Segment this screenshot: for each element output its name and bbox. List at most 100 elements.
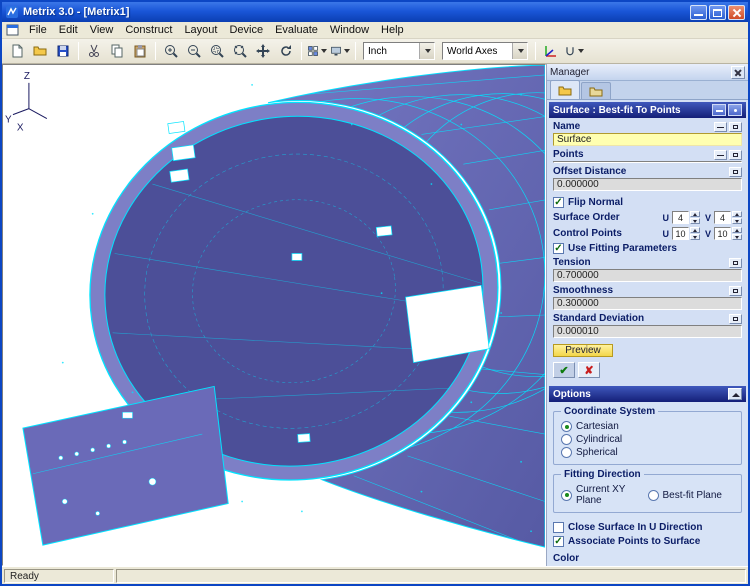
- stepper-down-icon[interactable]: [732, 234, 742, 240]
- cut-button[interactable]: [83, 41, 105, 62]
- chevron-down-icon[interactable]: [419, 43, 434, 59]
- stepper-down-icon[interactable]: [689, 218, 700, 224]
- status-text: Ready: [4, 569, 114, 583]
- menu-view[interactable]: View: [84, 23, 120, 37]
- cp-u-stepper[interactable]: 10: [671, 227, 700, 240]
- preview-button[interactable]: Preview: [553, 344, 613, 357]
- menu-window[interactable]: Window: [324, 23, 375, 37]
- zoom-extents-button[interactable]: [229, 41, 251, 62]
- collapse-icon[interactable]: [728, 388, 742, 400]
- axis-x-label: X: [17, 122, 24, 133]
- cp-v-stepper[interactable]: 10: [714, 227, 742, 240]
- menu-construct[interactable]: Construct: [119, 23, 178, 37]
- display-mode-button[interactable]: [306, 41, 328, 62]
- apply-button[interactable]: ✔: [553, 362, 575, 378]
- name-select-button[interactable]: [729, 121, 742, 132]
- axes-combo-value: World Axes: [447, 45, 498, 57]
- menu-device[interactable]: Device: [223, 23, 269, 37]
- smoothness-label: Smoothness: [553, 285, 614, 296]
- fitting-direction-label: Fitting Direction: [561, 469, 644, 480]
- minimize-button[interactable]: [690, 4, 707, 20]
- order-v-value[interactable]: 4: [714, 211, 731, 224]
- cp-u-value[interactable]: 10: [671, 227, 689, 240]
- name-input[interactable]: Surface: [553, 133, 742, 146]
- points-select-button[interactable]: [729, 149, 742, 160]
- save-button[interactable]: [52, 41, 74, 62]
- menu-edit[interactable]: Edit: [53, 23, 84, 37]
- model-3d: Z Y X: [5, 65, 545, 548]
- order-u-label: U: [662, 212, 669, 223]
- order-u-stepper[interactable]: 4: [671, 211, 700, 224]
- stepper-up-icon[interactable]: [689, 211, 700, 217]
- snap-settings-button[interactable]: [563, 41, 585, 62]
- menu-bar: File Edit View Construct Layout Device E…: [2, 22, 748, 39]
- radio-current-xy-plane[interactable]: [561, 489, 572, 501]
- offset-select-button[interactable]: [729, 166, 742, 177]
- stepper-up-icon[interactable]: [732, 227, 742, 233]
- cp-v-value[interactable]: 10: [714, 227, 731, 240]
- stepper-down-icon[interactable]: [689, 234, 700, 240]
- options-panel-title: Options: [553, 388, 591, 400]
- menu-help[interactable]: Help: [375, 23, 410, 37]
- current-xy-plane-label: Current XY Plane: [576, 484, 626, 506]
- manager-tabstrip: [547, 80, 748, 100]
- tab-commands[interactable]: [550, 80, 580, 99]
- points-listbox[interactable]: [553, 161, 742, 163]
- use-fitting-checkbox[interactable]: [553, 243, 564, 254]
- stddev-label: Standard Deviation: [553, 313, 645, 324]
- menu-evaluate[interactable]: Evaluate: [269, 23, 324, 37]
- offset-distance-input[interactable]: 0.000000: [553, 178, 742, 191]
- copy-button[interactable]: [106, 41, 128, 62]
- menu-file[interactable]: File: [23, 23, 53, 37]
- name-collapse-button[interactable]: [714, 121, 727, 132]
- open-button[interactable]: [29, 41, 51, 62]
- close-surface-checkbox[interactable]: [553, 522, 564, 533]
- axes-display-button[interactable]: [540, 41, 562, 62]
- smoothness-select-button[interactable]: [729, 285, 742, 296]
- rotate-view-button[interactable]: [275, 41, 297, 62]
- tension-select-button[interactable]: [729, 257, 742, 268]
- chevron-down-icon: [344, 49, 350, 53]
- app-icon: [5, 5, 19, 19]
- zoom-out-button[interactable]: [183, 41, 205, 62]
- points-collapse-button[interactable]: [714, 149, 727, 160]
- control-points-label: Control Points: [553, 228, 622, 239]
- stepper-down-icon[interactable]: [732, 218, 742, 224]
- new-button[interactable]: [6, 41, 28, 62]
- stepper-up-icon[interactable]: [689, 227, 700, 233]
- associate-points-checkbox[interactable]: [553, 536, 564, 547]
- flip-normal-checkbox[interactable]: [553, 197, 564, 208]
- view-options-button[interactable]: [329, 41, 351, 62]
- stepper-up-icon[interactable]: [732, 211, 742, 217]
- radio-best-fit-plane[interactable]: [647, 489, 659, 501]
- tab-collections[interactable]: [581, 82, 611, 99]
- close-surface-label: Close Surface In U Direction: [568, 522, 703, 533]
- help-icon[interactable]: [728, 104, 742, 116]
- zoom-window-button[interactable]: [206, 41, 228, 62]
- close-button[interactable]: [728, 4, 745, 20]
- unit-combo[interactable]: Inch: [363, 42, 435, 60]
- axes-combo[interactable]: World Axes: [442, 42, 528, 60]
- title-bar: Metrix 3.0 - [Metrix1]: [2, 2, 748, 22]
- zoom-in-button[interactable]: [160, 41, 182, 62]
- associate-points-label: Associate Points to Surface: [568, 536, 701, 547]
- stddev-input[interactable]: 0.000010: [553, 325, 742, 338]
- radio-cartesian[interactable]: [561, 421, 572, 432]
- pin-icon[interactable]: [712, 104, 726, 116]
- manager-close-button[interactable]: [731, 65, 745, 79]
- stddev-select-button[interactable]: [729, 313, 742, 324]
- cancel-button[interactable]: ✘: [578, 362, 600, 378]
- smoothness-input[interactable]: 0.300000: [553, 297, 742, 310]
- pan-button[interactable]: [252, 41, 274, 62]
- chevron-down-icon[interactable]: [512, 43, 527, 59]
- order-u-value[interactable]: 4: [671, 211, 689, 224]
- radio-cylindrical[interactable]: [561, 434, 572, 445]
- paste-button[interactable]: [129, 41, 151, 62]
- radio-spherical[interactable]: [561, 447, 572, 458]
- order-v-stepper[interactable]: 4: [714, 211, 742, 224]
- menu-layout[interactable]: Layout: [178, 23, 223, 37]
- folder-icon: [558, 86, 572, 95]
- tension-input[interactable]: 0.700000: [553, 269, 742, 282]
- maximize-button[interactable]: [709, 4, 726, 20]
- viewport-3d[interactable]: Z Y X: [2, 64, 546, 566]
